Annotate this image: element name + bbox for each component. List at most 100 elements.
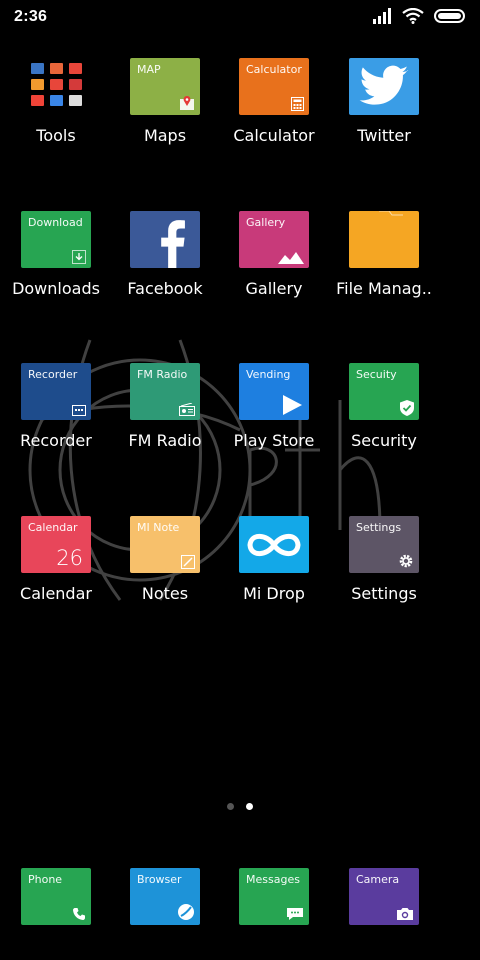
pencil-note-icon: [181, 555, 195, 569]
twitter-tile[interactable]: [349, 58, 419, 115]
settings-label: Settings: [351, 584, 417, 603]
phone-tile-label: Phone: [28, 873, 63, 886]
twitter-bird-icon: [357, 65, 411, 109]
wifi-icon: [402, 8, 424, 24]
play-store-label: Play Store: [233, 431, 315, 450]
mi-drop-tile[interactable]: [239, 516, 309, 573]
browser-tile-label: Browser: [137, 873, 182, 886]
app-facebook[interactable]: Facebook: [110, 211, 220, 298]
security-label: Security: [351, 431, 417, 450]
fm-radio-tile-label: FM Radio: [137, 368, 188, 381]
app-security[interactable]: Secuity Security: [329, 363, 439, 450]
security-tile-label: Secuity: [356, 368, 397, 381]
gear-icon: [398, 553, 414, 569]
app-camera[interactable]: Camera: [329, 868, 439, 925]
notes-tile-label: MI Note: [137, 521, 180, 534]
map-pin-icon: [179, 95, 195, 111]
page-dot-2[interactable]: [246, 803, 253, 810]
status-time: 2:36: [14, 8, 48, 25]
globe-icon: [177, 903, 195, 921]
app-notes[interactable]: MI Note Notes: [110, 516, 220, 603]
calculator-label: Calculator: [233, 126, 315, 145]
app-settings[interactable]: Settings Settings: [329, 516, 439, 603]
mi-drop-label: Mi Drop: [243, 584, 305, 603]
fm-radio-label: FM Radio: [128, 431, 202, 450]
settings-tile-label: Settings: [356, 521, 402, 534]
app-browser[interactable]: Browser: [110, 868, 220, 925]
app-recorder[interactable]: Recorder Recorder: [1, 363, 111, 450]
file-manager-tile[interactable]: [349, 211, 419, 268]
maps-label: Maps: [143, 126, 187, 145]
app-phone[interactable]: Phone: [1, 868, 111, 925]
radio-icon: [179, 402, 195, 416]
notes-label: Notes: [141, 584, 189, 603]
notes-tile[interactable]: MI Note: [130, 516, 200, 573]
app-tools[interactable]: Tools: [1, 58, 111, 145]
camera-tile-label: Camera: [356, 873, 400, 886]
app-gallery[interactable]: Gallery Gallery: [219, 211, 329, 298]
downloads-tile-label: Download: [28, 216, 83, 229]
recorder-icon: [72, 405, 86, 416]
download-icon: [72, 250, 86, 264]
phone-icon: [72, 907, 86, 921]
settings-tile[interactable]: Settings: [349, 516, 419, 573]
calculator-tile[interactable]: Calculator: [239, 58, 309, 115]
app-mi-drop[interactable]: Mi Drop: [219, 516, 329, 603]
calendar-tile[interactable]: Calendar 26: [21, 516, 91, 573]
app-calendar[interactable]: Calendar 26 Calendar: [1, 516, 111, 603]
maps-tile[interactable]: MAP: [130, 58, 200, 115]
app-maps[interactable]: MAP Maps: [110, 58, 220, 145]
calendar-label: Calendar: [20, 584, 92, 603]
gallery-tile[interactable]: Gallery: [239, 211, 309, 268]
app-downloads[interactable]: Download Downloads: [1, 211, 111, 298]
security-tile[interactable]: Secuity: [349, 363, 419, 420]
calculator-tile-label: Calculator: [246, 63, 302, 76]
calculator-icon: [291, 97, 304, 111]
recorder-label: Recorder: [20, 431, 92, 450]
tools-tile[interactable]: [21, 58, 91, 115]
maps-tile-label: MAP: [137, 63, 161, 76]
messages-tile-label: Messages: [246, 873, 300, 886]
camera-tile[interactable]: Camera: [349, 868, 419, 925]
shield-check-icon: [400, 400, 414, 416]
play-store-tile[interactable]: Vending: [239, 363, 309, 420]
play-store-tile-label: Vending: [246, 368, 291, 381]
fm-radio-tile[interactable]: FM Radio: [130, 363, 200, 420]
tools-grid-icon: [31, 63, 82, 106]
status-icons: [372, 8, 468, 24]
file-manager-label: File Manag..: [336, 279, 432, 298]
recorder-tile[interactable]: Recorder: [21, 363, 91, 420]
app-play-store[interactable]: Vending Play Store: [219, 363, 329, 450]
tools-label: Tools: [36, 126, 76, 145]
app-calculator[interactable]: Calculator Calculator: [219, 58, 329, 145]
downloads-label: Downloads: [12, 279, 100, 298]
recorder-tile-label: Recorder: [28, 368, 78, 381]
page-dot-1[interactable]: [227, 803, 234, 810]
mountain-image-icon: [278, 250, 304, 264]
page-indicator: [0, 803, 480, 810]
folder-icon: [379, 211, 403, 219]
status-bar: 2:36: [0, 0, 480, 34]
gallery-tile-label: Gallery: [246, 216, 286, 229]
facebook-label: Facebook: [127, 279, 203, 298]
phone-tile[interactable]: Phone: [21, 868, 91, 925]
signal-icon: [373, 8, 391, 24]
infinity-icon: [243, 528, 305, 562]
calendar-date-number: 26: [56, 546, 83, 570]
app-twitter[interactable]: Twitter: [329, 58, 439, 145]
message-bubble-icon: [286, 907, 304, 921]
battery-icon: [434, 9, 465, 23]
twitter-label: Twitter: [357, 126, 411, 145]
calendar-tile-label: Calendar: [28, 521, 78, 534]
gallery-label: Gallery: [245, 279, 303, 298]
camera-icon: [396, 907, 414, 921]
app-file-manager[interactable]: File Manag..: [329, 211, 439, 298]
app-fm-radio[interactable]: FM Radio FM Radio: [110, 363, 220, 450]
browser-tile[interactable]: Browser: [130, 868, 200, 925]
downloads-tile[interactable]: Download: [21, 211, 91, 268]
facebook-tile[interactable]: [130, 211, 200, 268]
app-messages[interactable]: Messages: [219, 868, 329, 925]
messages-tile[interactable]: Messages: [239, 868, 309, 925]
play-triangle-icon: [281, 394, 303, 416]
facebook-f-icon: [151, 218, 191, 268]
